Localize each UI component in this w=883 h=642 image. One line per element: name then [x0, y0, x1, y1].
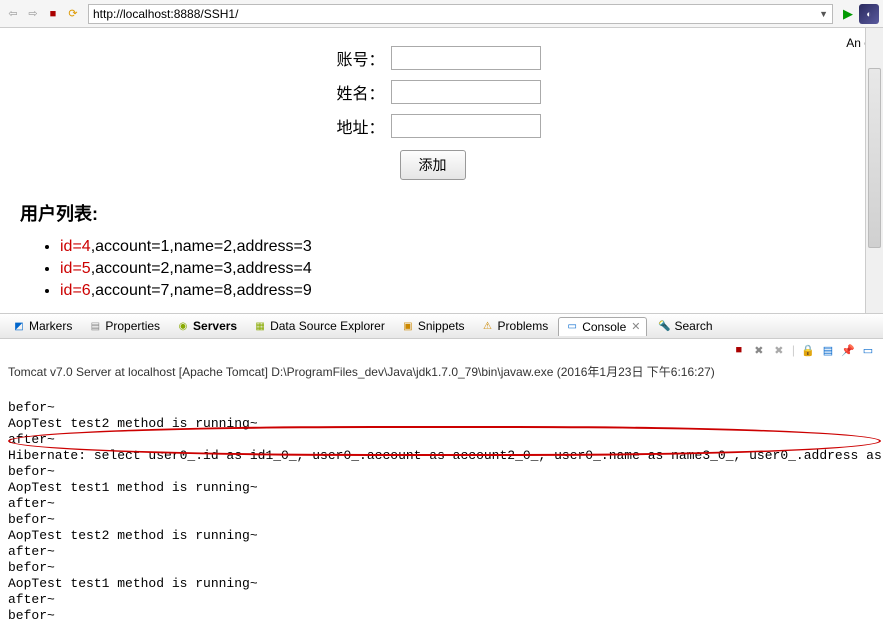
user-id: id=5: [60, 260, 91, 277]
name-input[interactable]: [391, 80, 541, 104]
user-id: id=6: [60, 282, 91, 299]
console-line: AopTest test1 method is running~: [8, 480, 258, 495]
add-button-row: 添加: [20, 150, 845, 180]
name-label: 姓名：: [325, 80, 385, 104]
list-item: id=5,account=2,name=3,address=4: [60, 258, 845, 280]
tab-data-source-explorer[interactable]: ▦Data Source Explorer: [247, 317, 391, 335]
tab-search[interactable]: 🔦Search: [651, 317, 718, 335]
close-icon[interactable]: ✕: [631, 320, 640, 333]
console-line: befor~: [8, 512, 55, 527]
display-selected-button[interactable]: ▭: [861, 343, 875, 357]
tab-markers[interactable]: ◩Markers: [6, 317, 78, 335]
add-button[interactable]: 添加: [400, 150, 466, 180]
page-content: 账号： 姓名： 地址： 添加 用户列表: id=4,account=1,name…: [0, 28, 865, 313]
address-input[interactable]: [391, 114, 541, 138]
account-label: 账号：: [325, 46, 385, 70]
separator: |: [792, 343, 795, 357]
tab-label: Properties: [105, 319, 160, 333]
url-dropdown-icon[interactable]: ▼: [819, 9, 828, 19]
console-line: Hibernate: select user0_.id as id1_0_, u…: [8, 448, 883, 463]
user-rest: ,account=7,name=8,address=9: [91, 282, 312, 299]
console-line: after~: [8, 592, 55, 607]
form-row-name: 姓名：: [20, 80, 845, 104]
console-line: befor~: [8, 608, 55, 623]
address-label: 地址：: [325, 114, 385, 138]
tab-label: Search: [674, 319, 712, 333]
console-line: befor~: [8, 400, 55, 415]
views-tab-bar: ◩Markers ▤Properties ◉Servers ▦Data Sour…: [0, 313, 883, 339]
tab-snippets[interactable]: ▣Snippets: [395, 317, 471, 335]
account-input[interactable]: [391, 46, 541, 70]
properties-icon: ▤: [88, 319, 102, 333]
console-line: befor~: [8, 464, 55, 479]
console-line: AopTest test2 method is running~: [8, 528, 258, 543]
tab-label: Servers: [193, 319, 237, 333]
tab-properties[interactable]: ▤Properties: [82, 317, 166, 335]
refresh-button[interactable]: ⟳: [64, 5, 82, 23]
servers-icon: ◉: [176, 319, 190, 333]
remove-terminated-button[interactable]: ✖: [752, 343, 766, 357]
console-line: AopTest test1 method is running~: [8, 576, 258, 591]
tab-problems[interactable]: ⚠Problems: [475, 317, 555, 335]
form-row-address: 地址：: [20, 114, 845, 138]
stop-button[interactable]: ■: [44, 5, 62, 23]
console-line: after~: [8, 432, 55, 447]
dse-icon: ▦: [253, 319, 267, 333]
url-input[interactable]: [93, 7, 815, 21]
user-rest: ,account=1,name=2,address=3: [91, 238, 312, 255]
console-process-title: Tomcat v7.0 Server at localhost [Apache …: [0, 361, 883, 382]
terminate-button[interactable]: ■: [732, 343, 746, 357]
pin-console-button[interactable]: 📌: [841, 343, 855, 357]
user-list: id=4,account=1,name=2,address=3 id=5,acc…: [20, 236, 845, 302]
tab-servers[interactable]: ◉Servers: [170, 317, 243, 335]
form-row-account: 账号：: [20, 46, 845, 70]
console-line: befor~: [8, 560, 55, 575]
scroll-lock-button[interactable]: 🔒: [801, 343, 815, 357]
console-line: AopTest test2 method is running~: [8, 416, 258, 431]
tab-label: Data Source Explorer: [270, 319, 385, 333]
console-output: befor~ AopTest test2 method is running~ …: [0, 382, 883, 642]
tab-label: Markers: [29, 319, 72, 333]
scroll-thumb[interactable]: [868, 68, 881, 248]
user-rest: ,account=2,name=3,address=4: [91, 260, 312, 277]
console-line: after~: [8, 496, 55, 511]
user-list-title: 用户列表:: [20, 200, 845, 226]
forward-button[interactable]: ⇨: [24, 5, 42, 23]
tab-label: Problems: [498, 319, 549, 333]
problems-icon: ⚠: [481, 319, 495, 333]
eclipse-icon: ◐: [859, 4, 879, 24]
console-line: after~: [8, 544, 55, 559]
list-item: id=6,account=7,name=8,address=9: [60, 280, 845, 302]
tab-console[interactable]: ▭Console ✕: [558, 317, 647, 336]
console-toolbar: ■ ✖ ✖ | 🔒 ▤ 📌 ▭: [0, 339, 883, 361]
browser-viewport: 账号： 姓名： 地址： 添加 用户列表: id=4,account=1,name…: [0, 28, 883, 313]
search-icon: 🔦: [657, 319, 671, 333]
browser-toolbar: ⇦ ⇨ ■ ⟳ ▼ ▶ ◐: [0, 0, 883, 28]
list-item: id=4,account=1,name=2,address=3: [60, 236, 845, 258]
go-button[interactable]: ▶: [839, 5, 857, 23]
vertical-scrollbar[interactable]: [865, 28, 883, 313]
snippets-icon: ▣: [401, 319, 415, 333]
url-bar[interactable]: ▼: [88, 4, 833, 24]
tab-label: Snippets: [418, 319, 465, 333]
tab-label: Console: [582, 320, 626, 334]
console-icon: ▭: [565, 320, 579, 334]
remove-all-button[interactable]: ✖: [772, 343, 786, 357]
user-id: id=4: [60, 238, 91, 255]
back-button[interactable]: ⇦: [4, 5, 22, 23]
markers-icon: ◩: [12, 319, 26, 333]
clear-console-button[interactable]: ▤: [821, 343, 835, 357]
